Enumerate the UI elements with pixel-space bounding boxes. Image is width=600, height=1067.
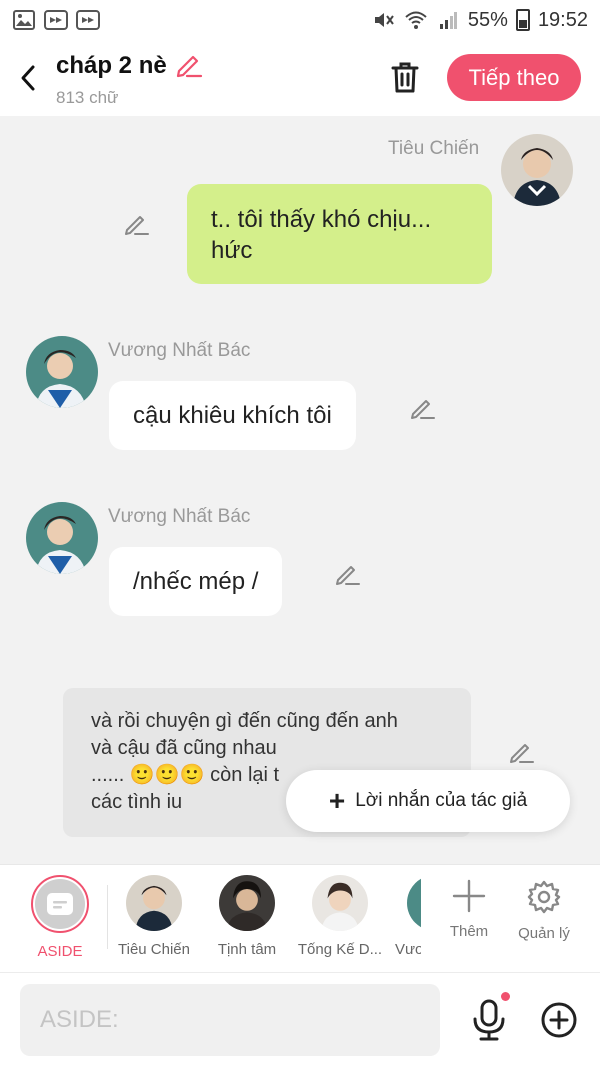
aside-avatar <box>31 875 89 933</box>
delete-button[interactable] <box>386 58 424 96</box>
avatar[interactable] <box>26 502 98 574</box>
gallery-notification-icon <box>12 9 36 31</box>
add-label: Thêm <box>449 923 489 940</box>
edit-message-button[interactable] <box>507 738 535 766</box>
mute-icon <box>372 9 396 31</box>
edit-message-button[interactable] <box>122 210 150 238</box>
next-button[interactable]: Tiếp theo <box>447 54 581 101</box>
message-bubble[interactable]: /nhếc mép / <box>109 547 283 616</box>
add-character-button[interactable]: Thêm <box>434 879 504 940</box>
notification-dot <box>501 992 510 1001</box>
pencil-icon <box>125 216 149 235</box>
voice-input-button[interactable] <box>470 999 508 1041</box>
character-tinh-tam[interactable]: Tịnh tâm <box>201 875 293 958</box>
manage-label: Quản lý <box>518 925 570 942</box>
speaker-name: Vương Nhất Bác <box>108 506 251 527</box>
header: cháp 2 nè 813 chữ Tiếp theo <box>0 40 600 116</box>
plus-circle-icon <box>541 1002 577 1038</box>
author-note-button[interactable]: + Lời nhắn của tác giả <box>286 770 570 832</box>
avatar[interactable] <box>501 134 573 206</box>
avatar <box>219 875 275 931</box>
clock: 19:52 <box>537 8 588 31</box>
character-label: Tống Kế D... <box>297 941 383 958</box>
pencil-icon <box>510 744 534 763</box>
author-note-label: Lời nhắn của tác giả <box>355 790 528 811</box>
avatar <box>126 875 182 931</box>
microphone-icon <box>473 999 505 1041</box>
character-label: Tịnh tâm <box>217 941 277 958</box>
pencil-icon <box>336 566 360 585</box>
character-label: ASIDE <box>37 943 83 960</box>
input-bar <box>0 972 600 1067</box>
app-notification-icon <box>76 9 100 31</box>
speaker-name: Tiêu Chiến <box>388 138 480 159</box>
chevron-left-icon <box>21 65 35 91</box>
chat-area[interactable]: Tiêu Chiến t.. tôi thấy khó chịu... hức … <box>0 116 600 864</box>
edit-title-button[interactable] <box>173 49 203 84</box>
message-input[interactable] <box>20 984 440 1056</box>
character-label: Tiêu Chiến <box>118 941 190 958</box>
gear-icon <box>527 880 561 914</box>
edit-message-button[interactable] <box>333 560 361 588</box>
manage-button[interactable]: Quản lý <box>509 879 579 942</box>
battery-percent: 55% <box>467 8 508 31</box>
wifi-icon <box>404 9 428 31</box>
character-bar: ASIDE Tiêu Chiến Tịnh tâm Tống Kế D... V… <box>0 864 600 972</box>
message-bubble[interactable]: t.. tôi thấy khó chịu... hức <box>187 184 492 284</box>
message-bubble[interactable]: cậu khiêu khích tôi <box>109 381 356 450</box>
battery-icon <box>515 9 530 31</box>
status-bar: 55% 19:52 <box>0 0 600 40</box>
character-vuong[interactable]: Vươ <box>387 875 421 958</box>
plus-icon <box>452 879 486 913</box>
avatar[interactable] <box>26 336 98 408</box>
character-aside[interactable]: ASIDE <box>14 875 106 960</box>
add-button[interactable] <box>540 1001 578 1039</box>
character-tong-ke-d[interactable]: Tống Kế D... <box>294 875 386 958</box>
edit-message-button[interactable] <box>408 394 436 422</box>
trash-icon <box>391 62 419 93</box>
aside-icon <box>47 893 73 915</box>
plus-icon: + <box>328 785 346 816</box>
chapter-title: cháp 2 nè <box>56 52 167 79</box>
character-tieu-chien[interactable]: Tiêu Chiến <box>108 875 200 958</box>
app-notification-icon <box>44 9 68 31</box>
pencil-icon <box>411 400 435 419</box>
avatar <box>407 875 421 931</box>
pencil-icon <box>176 55 202 77</box>
character-label: Vươ <box>395 941 421 958</box>
word-count: 813 chữ <box>56 87 119 107</box>
back-button[interactable] <box>0 40 56 116</box>
speaker-name: Vương Nhất Bác <box>108 340 251 361</box>
avatar <box>312 875 368 931</box>
signal-icon <box>436 9 460 31</box>
